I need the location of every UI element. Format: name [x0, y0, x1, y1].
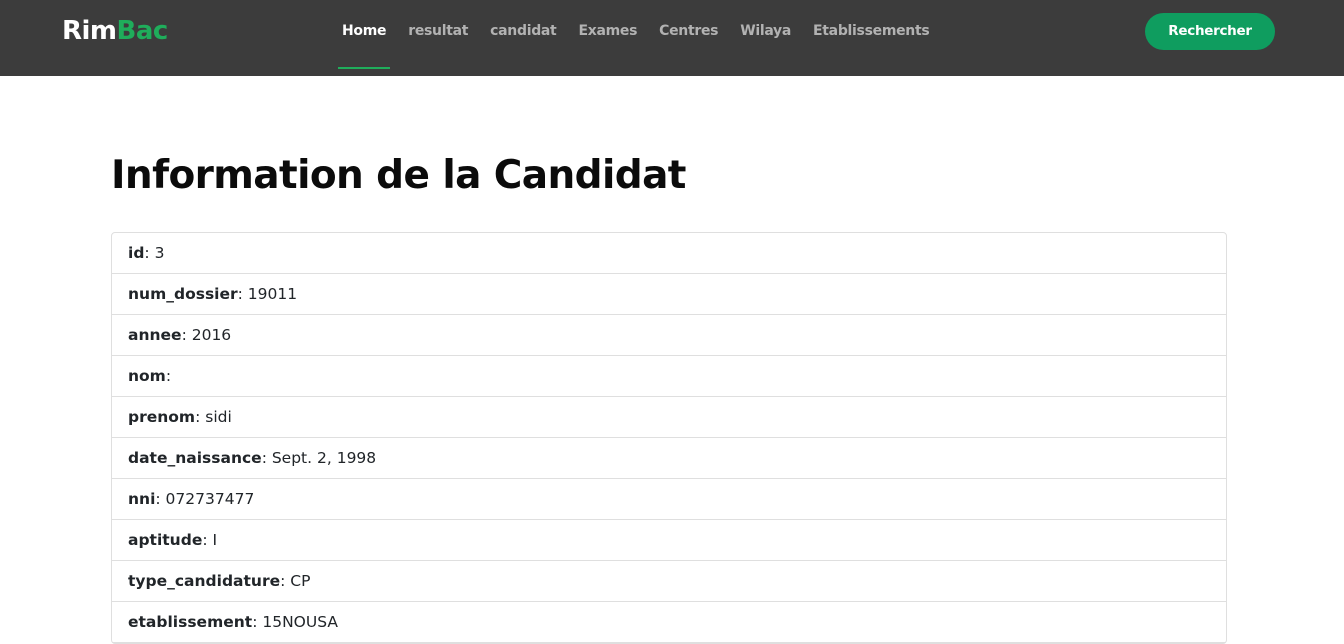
field-key: aptitude	[128, 531, 203, 549]
active-nav-indicator	[338, 67, 391, 69]
nav-link-home[interactable]: Home	[342, 0, 387, 62]
brand-logo[interactable]: RimBac	[62, 14, 168, 48]
field-value: 072737477	[165, 490, 255, 508]
info-row-id: id: 3	[112, 233, 1226, 274]
field-value: I	[212, 531, 218, 549]
field-value: sidi	[205, 408, 232, 426]
info-row-etablissement: etablissement: 15NOUSA	[112, 602, 1226, 643]
info-row-date-naissance: date_naissance: Sept. 2, 1998	[112, 438, 1226, 479]
field-key: nni	[128, 490, 156, 508]
nav-link-resultat[interactable]: resultat	[408, 0, 468, 62]
nav-item-exames[interactable]: Exames	[567, 0, 648, 76]
nav-link-etablissements[interactable]: Etablissements	[813, 0, 930, 62]
field-value: 3	[154, 244, 165, 262]
nav-item-home[interactable]: Home	[331, 0, 397, 76]
brand-logo-part2: Bac	[116, 16, 169, 46]
info-row-nom: nom:	[112, 356, 1226, 397]
field-key: id	[128, 244, 145, 262]
brand-logo-part1: Rim	[62, 16, 117, 46]
info-row-annee: annee: 2016	[112, 315, 1226, 356]
field-value: Sept. 2, 1998	[271, 449, 377, 467]
nav-item-centres[interactable]: Centres	[648, 0, 729, 76]
field-key: prenom	[128, 408, 196, 426]
info-row-aptitude: aptitude: I	[112, 520, 1226, 561]
main-nav: Home resultat candidat Exames Centres Wi…	[331, 0, 940, 76]
field-key: etablissement	[128, 613, 253, 631]
candidate-info-list: id: 3 num_dossier: 19011 annee: 2016 nom…	[111, 232, 1227, 644]
search-button[interactable]: Rechercher	[1145, 13, 1275, 50]
field-key: date_naissance	[128, 449, 262, 467]
nav-link-centres[interactable]: Centres	[659, 0, 718, 62]
field-key: nom	[128, 367, 166, 385]
info-row-type-candidature: type_candidature: CP	[112, 561, 1226, 602]
field-value: 15NOUSA	[262, 613, 338, 631]
field-key: annee	[128, 326, 182, 344]
page-title: Information de la Candidat	[111, 153, 686, 198]
nav-item-wilaya[interactable]: Wilaya	[729, 0, 802, 76]
nav-item-candidat[interactable]: candidat	[479, 0, 567, 76]
field-value: 19011	[247, 285, 298, 303]
field-key: num_dossier	[128, 285, 238, 303]
nav-link-candidat[interactable]: candidat	[490, 0, 557, 62]
nav-link-exames[interactable]: Exames	[578, 0, 637, 62]
nav-item-etablissements[interactable]: Etablissements	[802, 0, 940, 76]
field-value: 2016	[191, 326, 232, 344]
top-navbar: RimBac Home resultat candidat Exames Cen…	[0, 0, 1344, 76]
info-row-prenom: prenom: sidi	[112, 397, 1226, 438]
info-row-nni: nni: 072737477	[112, 479, 1226, 520]
nav-item-resultat[interactable]: resultat	[397, 0, 479, 76]
nav-link-wilaya[interactable]: Wilaya	[740, 0, 791, 62]
field-value: CP	[290, 572, 311, 590]
info-row-num-dossier: num_dossier: 19011	[112, 274, 1226, 315]
field-key: type_candidature	[128, 572, 281, 590]
